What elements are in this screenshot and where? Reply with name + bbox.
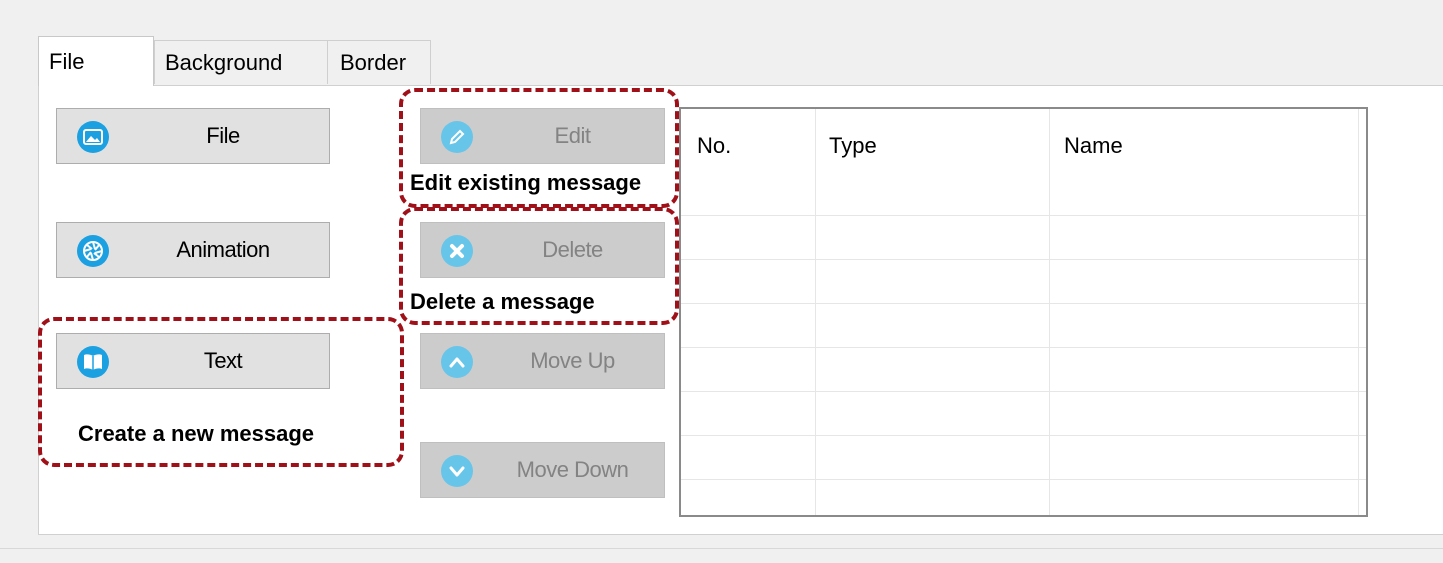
file-button[interactable]: File — [56, 108, 330, 164]
status-strip — [0, 548, 1443, 563]
move-down-button-label: Move Down — [516, 457, 629, 482]
tab-label: Border — [340, 49, 407, 75]
message-list[interactable]: No. Type Name — [679, 107, 1368, 517]
move-up-button[interactable]: Move Up — [420, 333, 665, 389]
move-down-button[interactable]: Move Down — [420, 442, 665, 498]
move-up-button-label: Move Up — [530, 348, 615, 373]
tab-border[interactable]: Border — [327, 40, 431, 84]
tab-background[interactable]: Background — [154, 40, 328, 84]
aperture-icon — [77, 235, 109, 267]
chevron-down-icon — [441, 455, 473, 487]
image-icon — [77, 121, 109, 153]
tab-label: Background — [165, 49, 283, 75]
column-header-name[interactable]: Name — [1064, 133, 1123, 159]
tab-file[interactable]: File — [38, 36, 154, 86]
column-header-no[interactable]: No. — [697, 133, 731, 159]
file-button-label: File — [206, 123, 240, 148]
delete-annotation-text: Delete a message — [410, 289, 595, 314]
tab-label: File — [49, 48, 85, 74]
column-header-type[interactable]: Type — [829, 133, 877, 159]
edit-annotation-text: Edit existing message — [410, 170, 642, 195]
chevron-up-icon — [441, 346, 473, 378]
animation-button[interactable]: Animation — [56, 222, 330, 278]
animation-button-label: Animation — [176, 237, 270, 262]
create-annotation-text: Create a new message — [78, 421, 315, 446]
